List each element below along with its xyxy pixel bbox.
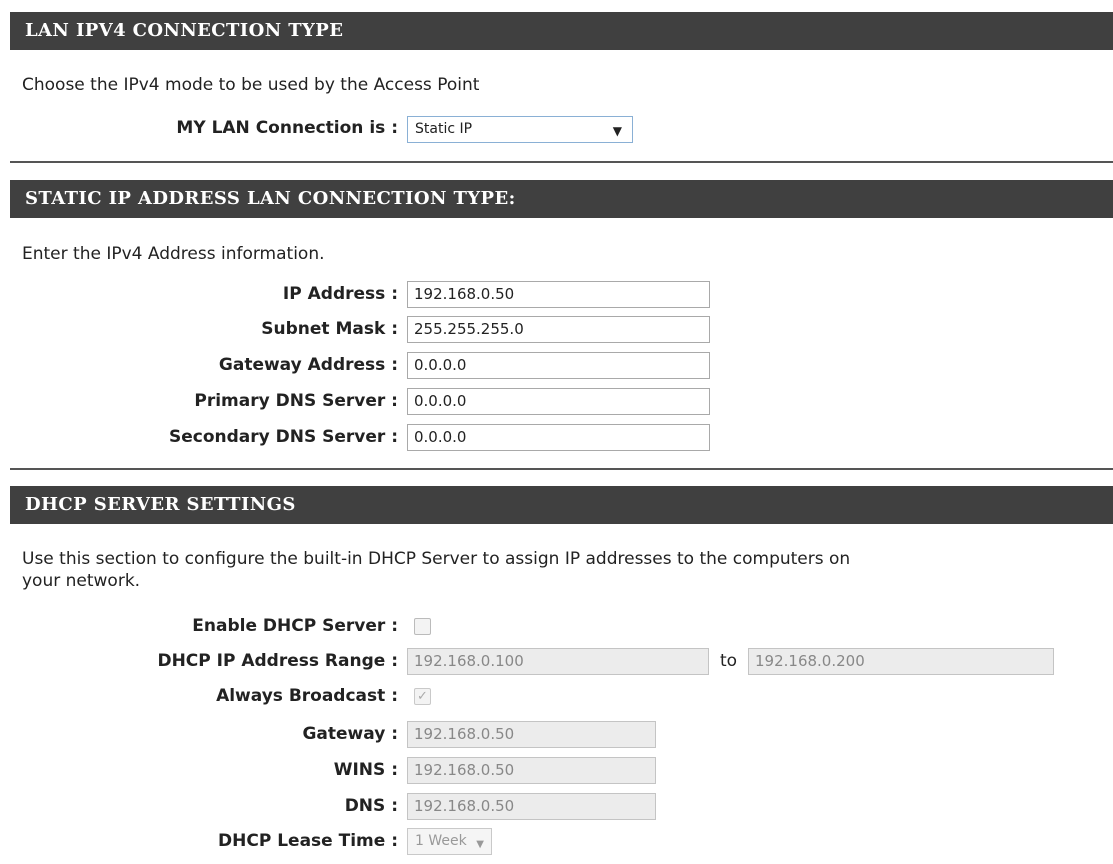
dhcp-gateway-input[interactable]: 192.168.0.50 xyxy=(407,721,656,748)
dhcp-settings-header: DHCP SERVER SETTINGS xyxy=(10,486,1113,524)
enable-dhcp-label: Enable DHCP Server : xyxy=(192,616,398,636)
lan-connection-type-description: Choose the IPv4 mode to be used by the A… xyxy=(22,75,480,95)
lan-connection-type-header: LAN IPV4 CONNECTION TYPE xyxy=(10,12,1113,50)
secondary-dns-label: Secondary DNS Server : xyxy=(168,427,398,447)
dhcp-range-end-input[interactable]: 192.168.0.200 xyxy=(748,648,1054,675)
dhcp-description-line1: Use this section to configure the built-… xyxy=(22,549,851,569)
dhcp-lease-time-select[interactable]: 1 Week ▼ xyxy=(407,828,492,855)
section-divider xyxy=(10,468,1113,470)
dhcp-range-start-input[interactable]: 192.168.0.100 xyxy=(407,648,709,675)
dhcp-gateway-label: Gateway : xyxy=(302,724,398,744)
dhcp-lease-time-value: 1 Week xyxy=(415,833,467,849)
wins-label: WINS : xyxy=(333,760,398,780)
checkmark-icon: ✓ xyxy=(417,689,428,704)
wins-input[interactable]: 192.168.0.50 xyxy=(407,757,656,784)
enable-dhcp-checkbox[interactable] xyxy=(414,618,431,635)
dropdown-arrow-icon: ▼ xyxy=(612,124,622,138)
dhcp-lease-time-label: DHCP Lease Time : xyxy=(218,831,398,851)
static-ip-description: Enter the IPv4 Address information. xyxy=(22,244,325,264)
dropdown-arrow-icon: ▼ xyxy=(476,839,484,850)
gateway-address-input[interactable]: 0.0.0.0 xyxy=(407,352,710,379)
ip-address-input[interactable]: 192.168.0.50 xyxy=(407,281,710,308)
always-broadcast-checkbox[interactable]: ✓ xyxy=(414,688,431,705)
lan-connection-select[interactable]: Static IP ▼ xyxy=(407,116,633,143)
lan-connection-select-value: Static IP xyxy=(415,121,473,137)
static-ip-header: STATIC IP ADDRESS LAN CONNECTION TYPE: xyxy=(10,180,1113,218)
secondary-dns-input[interactable]: 0.0.0.0 xyxy=(407,424,710,451)
always-broadcast-label: Always Broadcast : xyxy=(216,686,398,706)
section-divider xyxy=(10,161,1113,163)
dhcp-dns-label: DNS : xyxy=(344,796,398,816)
dhcp-range-to-text: to xyxy=(720,651,738,671)
ip-address-label: IP Address : xyxy=(282,284,398,304)
subnet-mask-label: Subnet Mask : xyxy=(261,319,398,339)
primary-dns-label: Primary DNS Server : xyxy=(194,391,398,411)
dhcp-dns-input[interactable]: 192.168.0.50 xyxy=(407,793,656,820)
lan-connection-label: MY LAN Connection is : xyxy=(176,118,398,138)
subnet-mask-input[interactable]: 255.255.255.0 xyxy=(407,316,710,343)
primary-dns-input[interactable]: 0.0.0.0 xyxy=(407,388,710,415)
dhcp-range-label: DHCP IP Address Range : xyxy=(157,651,398,671)
gateway-address-label: Gateway Address : xyxy=(218,355,398,375)
dhcp-description-line2: your network. xyxy=(22,571,141,591)
